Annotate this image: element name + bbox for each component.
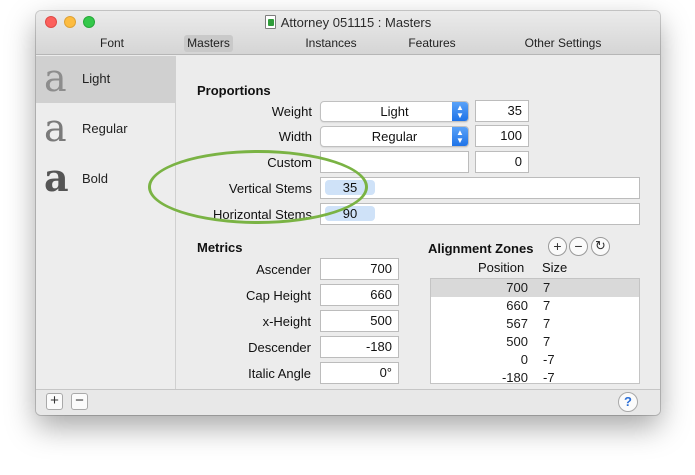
table-row[interactable]: 500 7: [431, 333, 639, 351]
alignment-zones-heading: Alignment Zones: [428, 241, 534, 256]
weight-popup[interactable]: Light ▲ ▼: [320, 101, 469, 122]
master-preview-glyph: a: [44, 106, 67, 150]
italic-angle-label: Italic Angle: [248, 366, 311, 381]
x-height-field[interactable]: 500: [320, 310, 399, 332]
zones-size-header: Size: [542, 260, 568, 275]
zone-position: 567: [506, 316, 528, 331]
master-item-light[interactable]: a Light: [36, 56, 176, 103]
zone-size: 7: [543, 334, 551, 349]
width-popup-value: Regular: [371, 129, 418, 144]
table-row[interactable]: -180 -7: [431, 369, 639, 384]
cap-height-label: Cap Height: [245, 288, 311, 303]
custom-name-field[interactable]: [320, 151, 469, 173]
tab-font[interactable]: Font: [88, 35, 136, 52]
vertical-stems-label: Vertical Stems: [228, 181, 312, 196]
horizontal-stems-field[interactable]: 90: [320, 203, 640, 225]
vertical-stem-token[interactable]: 35: [325, 180, 375, 195]
zone-size: 7: [543, 280, 551, 295]
width-number-field[interactable]: 100: [475, 125, 529, 147]
master-name: Light: [82, 71, 111, 86]
proportions-heading: Proportions: [197, 83, 271, 98]
vertical-stems-field[interactable]: 35: [320, 177, 640, 199]
popup-arrows-icon: ▲ ▼: [452, 102, 468, 121]
descender-label: Descender: [248, 340, 311, 355]
glyphs-document-icon: [264, 15, 276, 29]
tab-instances[interactable]: Instances: [287, 35, 375, 52]
tab-masters[interactable]: Masters: [184, 35, 233, 52]
zone-size: -7: [543, 352, 555, 367]
horizontal-stem-token[interactable]: 90: [325, 206, 375, 221]
master-preview-glyph: a: [44, 155, 69, 200]
bottom-toolbar: + − ?: [36, 389, 660, 415]
width-popup[interactable]: Regular ▲ ▼: [320, 126, 469, 147]
cap-height-field[interactable]: 660: [320, 284, 399, 306]
custom-label: Custom: [267, 155, 312, 170]
window-title-text: Attorney 051115 : Masters: [280, 15, 432, 30]
remove-master-button[interactable]: −: [71, 393, 88, 410]
tab-other-settings[interactable]: Other Settings: [510, 35, 616, 52]
tab-bar: Font Masters Instances Features Other Se…: [36, 35, 660, 53]
zone-position: -180: [501, 370, 528, 384]
add-master-button[interactable]: +: [46, 393, 63, 410]
window-title: Attorney 051115 : Masters: [36, 15, 660, 30]
italic-angle-field[interactable]: 0°: [320, 362, 399, 384]
zone-size: 7: [543, 298, 551, 313]
master-preview-glyph: a: [44, 56, 67, 100]
custom-number-field[interactable]: 0: [475, 151, 529, 173]
ascender-field[interactable]: 700: [320, 258, 399, 280]
master-settings-panel: Proportions Weight Light ▲ ▼ 35 Width Reg…: [177, 56, 660, 389]
master-name: Bold: [82, 171, 109, 186]
zone-size: -7: [543, 370, 555, 384]
add-zone-button[interactable]: +: [548, 237, 567, 256]
weight-popup-value: Light: [380, 104, 409, 119]
tab-features[interactable]: Features: [402, 35, 462, 52]
table-row[interactable]: 567 7: [431, 315, 639, 333]
zone-position: 0: [520, 352, 528, 367]
width-label: Width: [278, 129, 312, 144]
descender-field[interactable]: -180: [320, 336, 399, 358]
table-row[interactable]: 0 -7: [431, 351, 639, 369]
x-height-label: x-Height: [262, 314, 311, 329]
zones-position-header: Position: [478, 260, 525, 275]
masters-window: Attorney 051115 : Masters Font Masters I…: [36, 11, 660, 415]
weight-number-field[interactable]: 35: [475, 100, 529, 122]
popup-arrows-icon: ▲ ▼: [452, 127, 468, 146]
refresh-zones-icon[interactable]: ↻: [591, 237, 610, 256]
zone-size: 7: [543, 316, 551, 331]
title-bar: Attorney 051115 : Masters Font Masters I…: [36, 11, 660, 55]
zone-position: 500: [506, 334, 528, 349]
zone-position: 700: [506, 280, 528, 295]
alignment-zones-table: 700 7 660 7 567 7 500 7 0 -7 -180 -7: [430, 278, 640, 384]
table-row[interactable]: 700 7: [431, 279, 639, 297]
help-icon[interactable]: ?: [618, 392, 638, 412]
ascender-label: Ascender: [256, 262, 311, 277]
remove-zone-button[interactable]: −: [569, 237, 588, 256]
table-row[interactable]: 660 7: [431, 297, 639, 315]
weight-label: Weight: [271, 104, 312, 119]
zone-position: 660: [506, 298, 528, 313]
metrics-heading: Metrics: [197, 240, 243, 255]
horizontal-stems-label: Horizontal Stems: [213, 207, 312, 222]
